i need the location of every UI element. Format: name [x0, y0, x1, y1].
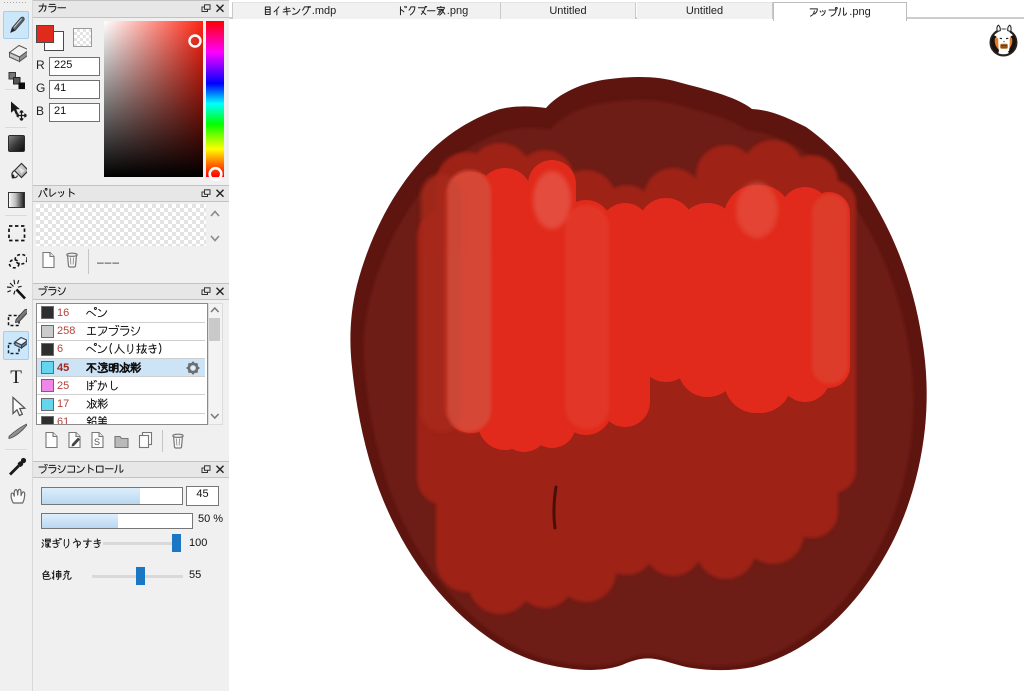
svg-text:T: T — [10, 367, 22, 388]
svg-text:S: S — [94, 437, 100, 447]
